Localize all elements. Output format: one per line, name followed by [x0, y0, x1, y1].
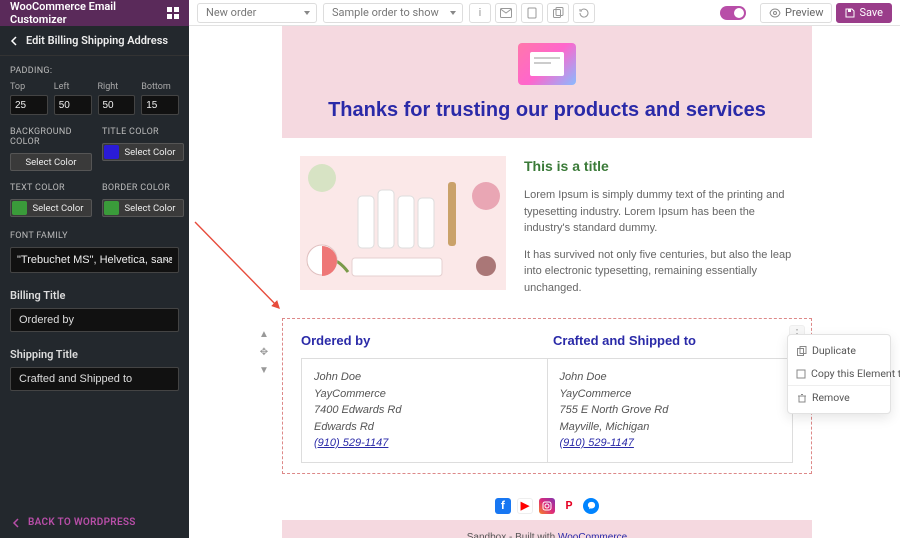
sample-order-select[interactable]: Sample order to show [323, 3, 463, 23]
sidebar: WooCommerce Email Customizer Edit Billin… [0, 0, 189, 538]
padding-top-input[interactable] [10, 95, 48, 115]
move-up-handle[interactable]: ▲ [259, 327, 269, 341]
copy-icon [796, 368, 806, 379]
trash-icon [796, 392, 807, 403]
billing-shipping-block[interactable]: ▲ ✥ ▼ ⋮ Ordered by Crafted and Shipped t… [282, 318, 812, 474]
hero-image-placeholder [518, 43, 576, 85]
ctx-remove[interactable]: Remove [788, 385, 890, 409]
text-color-button[interactable]: Select Color [10, 199, 92, 217]
billing-phone-link[interactable]: (910) 529-1147 [314, 437, 388, 449]
import-export-icon[interactable] [521, 3, 543, 23]
ctx-copy[interactable]: Copy this Element to [788, 362, 890, 385]
billing-heading: Ordered by [301, 333, 541, 348]
app-title: WooCommerce Email Customizer [10, 0, 167, 26]
pinterest-icon[interactable]: P [561, 498, 577, 514]
topbar: New order Sample order to show i Preview… [189, 0, 900, 26]
billing-title-input[interactable] [10, 308, 179, 332]
padding-right-input[interactable] [98, 95, 136, 115]
info-icon[interactable]: i [469, 3, 491, 23]
padding-bottom-input[interactable] [141, 95, 179, 115]
shipping-heading: Crafted and Shipped to [553, 333, 793, 348]
preview-button[interactable]: Preview [760, 3, 832, 23]
save-button[interactable]: Save [836, 3, 892, 23]
ctx-duplicate[interactable]: Duplicate [788, 339, 890, 362]
youtube-icon[interactable]: ▶ [517, 498, 533, 514]
social-icons: f ▶ P [282, 488, 812, 520]
context-menu: Duplicate Copy this Element to Remove [787, 334, 891, 414]
shipping-title-input[interactable] [10, 367, 179, 391]
app-header: WooCommerce Email Customizer [0, 0, 189, 26]
duplicate-icon [796, 345, 807, 356]
messenger-icon[interactable] [583, 498, 599, 514]
enable-toggle[interactable] [720, 6, 746, 20]
billing-address: John Doe YayCommerce 7400 Edwards Rd Edw… [302, 359, 548, 462]
shipping-phone-link[interactable]: (910) 529-1147 [560, 437, 634, 449]
hero-title: Thanks for trusting our products and ser… [328, 99, 766, 122]
email-footer: Sandbox - Built with WooCommerce [282, 520, 812, 538]
content-section[interactable]: This is a title Lorem Ipsum is simply du… [282, 138, 812, 318]
footer-link[interactable]: WooCommerce [558, 532, 627, 538]
instagram-icon[interactable] [539, 498, 555, 514]
eye-icon [769, 8, 781, 18]
dashboard-icon[interactable] [167, 7, 179, 19]
facebook-icon[interactable]: f [495, 498, 511, 514]
body-title: This is a title [524, 156, 794, 177]
product-photo [300, 156, 506, 290]
hero-section[interactable]: Thanks for trusting our products and ser… [282, 26, 812, 138]
back-arrow-icon [10, 36, 20, 46]
font-family-select[interactable] [10, 247, 179, 273]
canvas: Thanks for trusting our products and ser… [189, 26, 900, 538]
title-color-button[interactable]: Select Color [102, 143, 184, 161]
shipping-address: John Doe YayCommerce 755 E North Grove R… [548, 359, 793, 462]
email-type-select[interactable]: New order [197, 3, 317, 23]
copy-shortcode-icon[interactable] [547, 3, 569, 23]
background-color-button[interactable]: Select Color [10, 153, 92, 171]
padding-label: PADDING: [10, 66, 179, 76]
move-down-handle[interactable]: ▼ [259, 363, 269, 377]
shipping-title-label: Shipping Title [10, 348, 179, 361]
panel-heading[interactable]: Edit Billing Shipping Address [0, 26, 189, 56]
send-test-icon[interactable] [495, 3, 517, 23]
email-preview: Thanks for trusting our products and ser… [282, 26, 812, 538]
body-text: This is a title Lorem Ipsum is simply du… [524, 156, 794, 306]
move-handle[interactable]: ✥ [259, 345, 269, 359]
padding-left-input[interactable] [54, 95, 92, 115]
chevron-down-icon [163, 255, 173, 265]
reset-icon[interactable] [573, 3, 595, 23]
border-color-button[interactable]: Select Color [102, 199, 184, 217]
back-to-wordpress-link[interactable]: BACK TO WORDPRESS [0, 517, 189, 528]
billing-title-label: Billing Title [10, 289, 179, 302]
block-handles: ▲ ✥ ▼ [259, 327, 269, 377]
back-arrow-icon [12, 518, 22, 528]
save-icon [845, 8, 855, 18]
